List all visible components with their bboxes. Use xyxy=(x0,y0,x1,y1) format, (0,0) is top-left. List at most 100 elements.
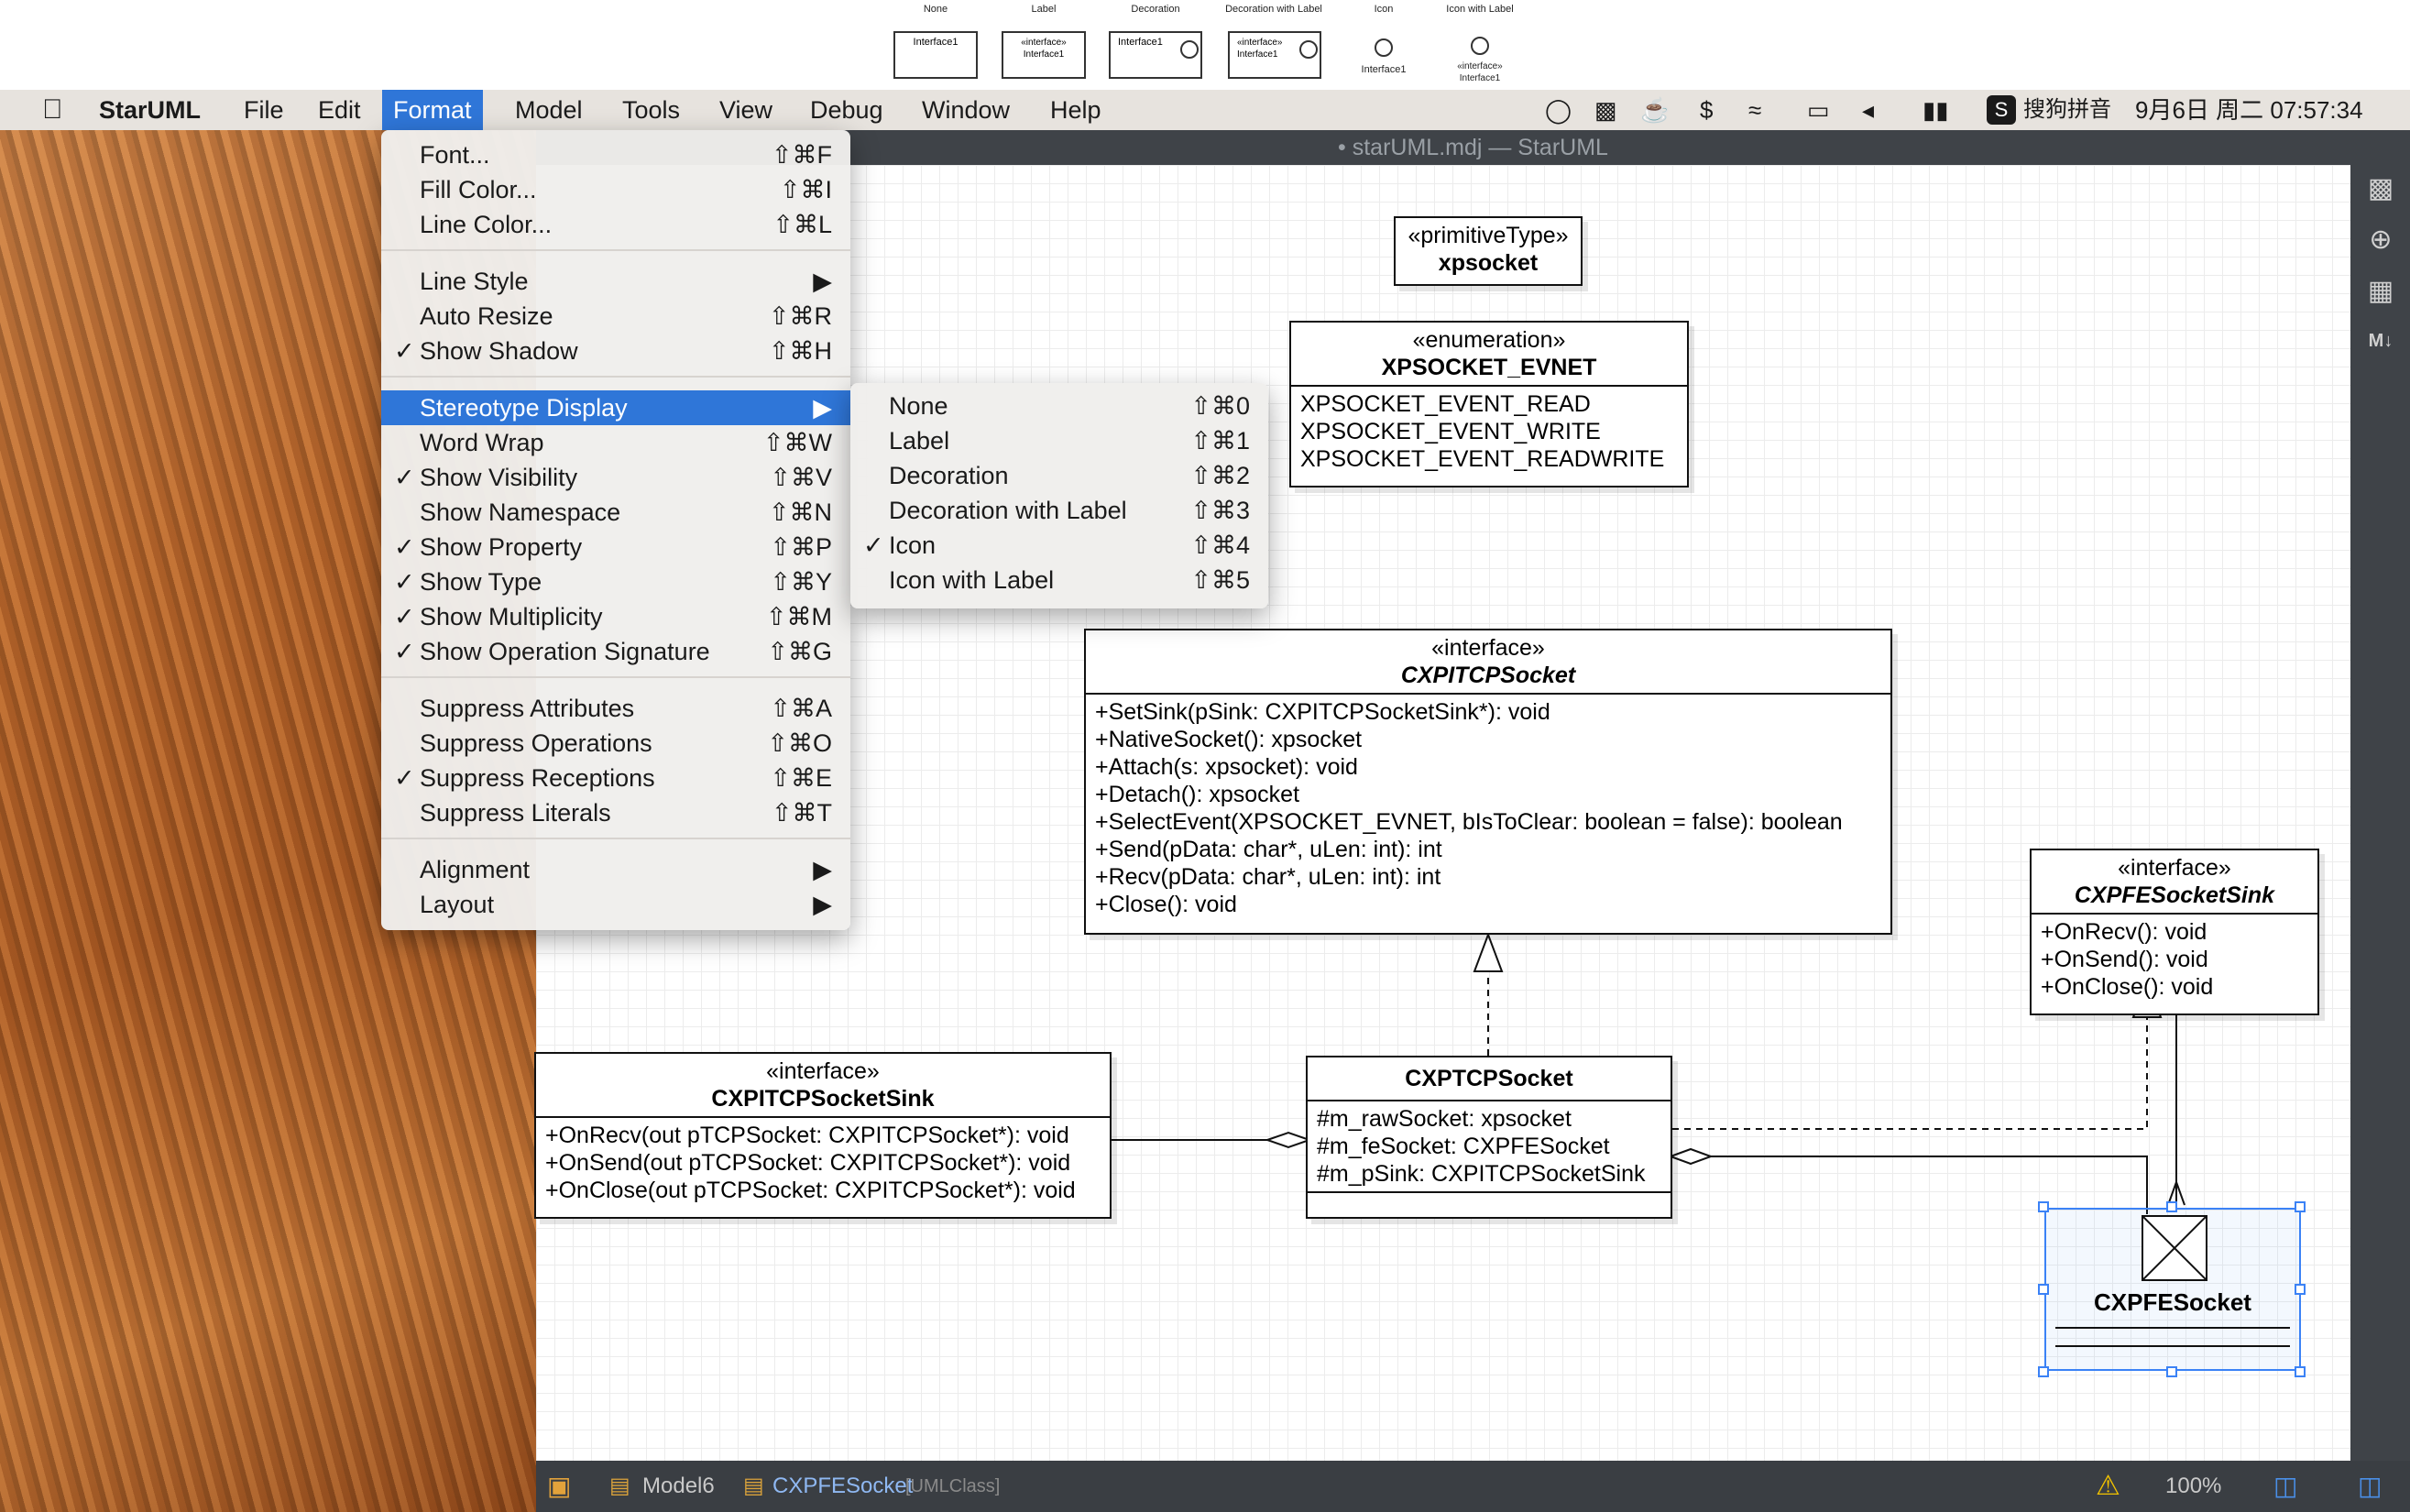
menu-tools[interactable]: Tools xyxy=(611,90,691,130)
menu-item-suppress-receptions[interactable]: ✓ Suppress Receptions ⇧⌘E xyxy=(381,761,850,795)
uml-interface-cxpitcpsocketsink[interactable]: «interface» CXPITCPSocketSink +OnRecv(ou… xyxy=(534,1052,1112,1219)
checkmark-icon: ✓ xyxy=(394,337,415,365)
menu-item-show-shadow[interactable]: ✓ Show Shadow ⇧⌘H xyxy=(381,334,850,368)
menu-view[interactable]: View xyxy=(708,90,783,130)
dollar-icon[interactable]: $ xyxy=(1700,90,1713,130)
uml-enumeration-xpsocket-evnet[interactable]: «enumeration» XPSOCKET_EVNET XPSOCKET_EV… xyxy=(1289,321,1689,488)
extension-puzzle-icon[interactable]: ▩ xyxy=(2366,174,2395,203)
submenu-item-decoration-with-label[interactable]: Decoration with Label ⇧⌘3 xyxy=(850,493,1268,528)
resize-handle[interactable] xyxy=(2166,1366,2177,1377)
coffee-icon[interactable]: ☕ xyxy=(1640,90,1670,130)
menu-item-font[interactable]: Font... ⇧⌘F xyxy=(381,137,850,172)
menu-item-show-operation-signature[interactable]: ✓ Show Operation Signature ⇧⌘G xyxy=(381,634,850,669)
menu-item-layout[interactable]: Layout ▶ xyxy=(381,887,850,922)
submenu-item-none[interactable]: None ⇧⌘0 xyxy=(850,389,1268,423)
submenu-item-label[interactable]: Label ⇧⌘1 xyxy=(850,423,1268,458)
search-bubble-icon[interactable]: ◯ xyxy=(1545,90,1572,130)
enum-literal: XPSOCKET_EVENT_READ xyxy=(1300,391,1591,417)
wifi-icon[interactable]: ≈ xyxy=(1748,90,1761,130)
submenu-item-icon-with-label[interactable]: Icon with Label ⇧⌘5 xyxy=(850,563,1268,597)
menu-item-show-type[interactable]: ✓ Show Type ⇧⌘Y xyxy=(381,564,850,599)
menu-app-name[interactable]: StarUML xyxy=(88,90,212,130)
menu-item-stereotype-display[interactable]: Stereotype Display ▶ xyxy=(381,390,850,425)
class-name: xpsocket xyxy=(1438,250,1539,276)
menu-separator xyxy=(381,376,850,378)
menu-file[interactable]: File xyxy=(233,90,295,130)
resize-handle[interactable] xyxy=(2295,1284,2306,1295)
menu-debug[interactable]: Debug xyxy=(799,90,894,130)
interface-decoration-icon xyxy=(1299,40,1318,59)
menu-item-line-color[interactable]: Line Color... ⇧⌘L xyxy=(381,207,850,242)
operation: +Close(): void xyxy=(1095,892,1237,917)
operation: +OnSend(out pTCPSocket: CXPITCPSocket*):… xyxy=(545,1150,1071,1176)
menu-item-show-multiplicity[interactable]: ✓ Show Multiplicity ⇧⌘M xyxy=(381,599,850,634)
menu-item-suppress-attributes[interactable]: Suppress Attributes ⇧⌘A xyxy=(381,691,850,726)
checkmark-icon: ✓ xyxy=(394,464,415,491)
resize-handle[interactable] xyxy=(2038,1284,2049,1295)
menu-item-show-property[interactable]: ✓ Show Property ⇧⌘P xyxy=(381,530,850,564)
menu-item-alignment[interactable]: Alignment ▶ xyxy=(381,852,850,887)
uml-interface-cxpitcpsocket[interactable]: «interface» CXPITCPSocket +SetSink(pSink… xyxy=(1084,629,1892,935)
markdown-icon[interactable]: M↓ xyxy=(2366,326,2395,356)
uml-class-cxptcpsocket[interactable]: CXPTCPSocket #m_rawSocket: xpsocket #m_f… xyxy=(1306,1056,1672,1219)
stereotype-label: «interface» xyxy=(766,1058,880,1084)
submenu-item-icon[interactable]: ✓ Icon ⇧⌘4 xyxy=(850,528,1268,563)
operation: +SelectEvent(XPSOCKET_EVNET, bIsToClear:… xyxy=(1095,809,1843,835)
menu-window[interactable]: Window xyxy=(911,90,1021,130)
layout-grid-icon[interactable]: ▦ xyxy=(2366,277,2395,306)
menu-item-show-visibility[interactable]: ✓ Show Visibility ⇧⌘V xyxy=(381,460,850,495)
stereotype-label: «interface» xyxy=(1431,635,1545,661)
menu-item-suppress-operations[interactable]: Suppress Operations ⇧⌘O xyxy=(381,726,850,761)
package-cube-icon[interactable]: ▣ xyxy=(547,1461,575,1512)
resize-handle[interactable] xyxy=(2166,1201,2177,1212)
checkmark-icon: ✓ xyxy=(394,533,415,561)
airplay-icon[interactable]: ▭ xyxy=(1807,90,1830,130)
legend-label-none: None xyxy=(923,4,948,15)
crosshair-icon[interactable]: ⊕ xyxy=(2366,225,2395,255)
battery-icon[interactable]: ▮▮ xyxy=(1923,90,1949,130)
menu-clock[interactable]: 9月6日 周二 07:57:34 xyxy=(2135,90,2363,130)
aggregation-diamond xyxy=(1668,1147,1714,1166)
menu-help[interactable]: Help xyxy=(1039,90,1112,130)
menu-format[interactable]: Format xyxy=(382,90,483,130)
operations-compartment xyxy=(1308,1191,1671,1210)
menu-item-auto-resize[interactable]: Auto Resize ⇧⌘R xyxy=(381,299,850,334)
submenu-item-decoration[interactable]: Decoration ⇧⌘2 xyxy=(850,458,1268,493)
operation: +OnClose(out pTCPSocket: CXPITCPSocket*)… xyxy=(545,1178,1076,1203)
operation: +Recv(pData: char*, uLen: int): int xyxy=(1095,864,1441,890)
zoom-level[interactable]: 100% xyxy=(2165,1461,2221,1512)
attribute: #m_feSocket: CXPFESocket xyxy=(1317,1134,1610,1159)
legend-label-decoration-with-label: Decoration with Label xyxy=(1225,4,1322,15)
uml-interface-cxpfesocketsink[interactable]: «interface» CXPFESocketSink +OnRecv(): v… xyxy=(2030,849,2319,1015)
menu-item-line-style[interactable]: Line Style ▶ xyxy=(381,264,850,299)
class-name: CXPITCPSocketSink xyxy=(711,1086,935,1112)
menu-item-word-wrap[interactable]: Word Wrap ⇧⌘W xyxy=(381,425,850,460)
stereotype-display-submenu: None ⇧⌘0 Label ⇧⌘1 Decoration ⇧⌘2 Decoratio… xyxy=(850,383,1268,608)
warning-icon[interactable]: ⚠ xyxy=(2096,1461,2120,1512)
operation: +NativeSocket(): xpsocket xyxy=(1095,727,1363,752)
interface-lollipop-icon xyxy=(1375,38,1393,57)
menu-item-show-namespace[interactable]: Show Namespace ⇧⌘N xyxy=(381,495,850,530)
attribute: #m_pSink: CXPITCPSocketSink xyxy=(1317,1161,1646,1187)
input-method-label[interactable]: 搜狗拼音 xyxy=(2023,90,2111,130)
sogou-icon[interactable]: S xyxy=(1987,95,2016,125)
menu-item-suppress-literals[interactable]: Suppress Literals ⇧⌘T xyxy=(381,795,850,830)
volume-icon[interactable]: ◂ xyxy=(1862,90,1874,130)
apple-icon[interactable]:  xyxy=(31,90,74,130)
operation: +OnRecv(out pTCPSocket: CXPITCPSocket*):… xyxy=(545,1123,1069,1148)
uml-primitive-xpsocket[interactable]: «primitiveType» xpsocket xyxy=(1394,216,1583,286)
resize-handle[interactable] xyxy=(2038,1201,2049,1212)
panel-left-icon[interactable]: ◫ xyxy=(2273,1461,2297,1512)
menu-item-fill-color[interactable]: Fill Color... ⇧⌘I xyxy=(381,172,850,207)
resize-handle[interactable] xyxy=(2295,1201,2306,1212)
clipboard-icon[interactable]: ▩ xyxy=(1594,90,1617,130)
model-icon: ▤ xyxy=(609,1474,630,1498)
resize-handle[interactable] xyxy=(2295,1366,2306,1377)
menu-model[interactable]: Model xyxy=(504,90,594,130)
status-model[interactable]: Model6 xyxy=(642,1461,715,1512)
menu-edit[interactable]: Edit xyxy=(307,90,372,130)
status-selection[interactable]: CXPFESocket xyxy=(772,1461,913,1512)
resize-handle[interactable] xyxy=(2038,1366,2049,1377)
panel-right-icon[interactable]: ◫ xyxy=(2358,1461,2382,1512)
interface-decoration-icon xyxy=(1180,40,1199,59)
